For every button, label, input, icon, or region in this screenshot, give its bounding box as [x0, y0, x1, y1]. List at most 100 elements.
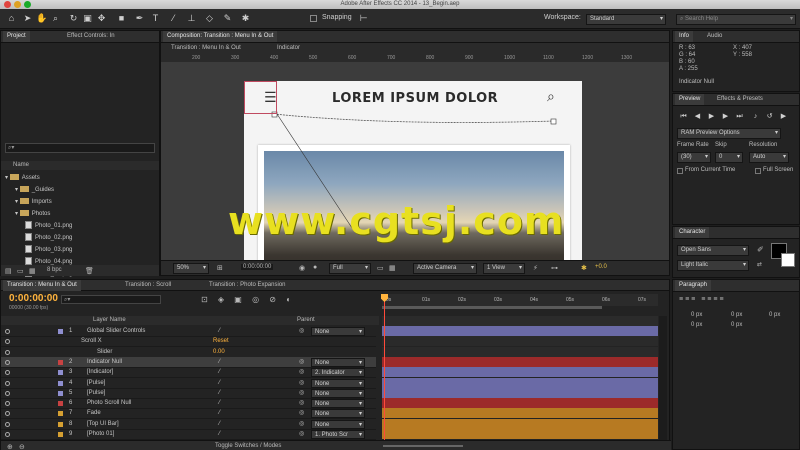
space-after[interactable]: 0 px — [731, 322, 742, 328]
project-item[interactable]: ▾ Assets — [1, 172, 156, 184]
home-icon[interactable]: ⌂ — [6, 13, 17, 24]
next-frame-icon[interactable]: ▶ — [721, 112, 730, 121]
roto-brush-tool-icon[interactable]: ✎ — [222, 13, 233, 24]
clone-stamp-tool-icon[interactable]: ⊥ — [186, 13, 197, 24]
layer-duration-bar[interactable] — [382, 398, 658, 409]
tab-scroll[interactable]: Transition : Scroll — [121, 280, 175, 291]
eraser-tool-icon[interactable]: ◇ — [204, 13, 215, 24]
project-item[interactable]: Photo_01.png — [1, 220, 156, 232]
indent-left[interactable]: 0 px — [691, 312, 702, 318]
previous-frame-icon[interactable]: ◀ — [693, 112, 702, 121]
snapshot-icon[interactable]: ◉ — [299, 264, 305, 272]
skip-select[interactable]: 0 — [715, 152, 743, 163]
project-item[interactable]: ▾ Imports — [1, 196, 156, 208]
resolution-select[interactable]: Auto — [749, 152, 789, 163]
puppet-tool-icon[interactable]: ✱ — [240, 13, 251, 24]
brush-tool-icon[interactable]: ⁄ — [168, 13, 179, 24]
breadcrumb-comp[interactable]: Transition : Menu In & Out — [167, 43, 245, 54]
tab-preview[interactable]: Preview — [675, 94, 705, 105]
interpret-footage-icon[interactable]: ▤ — [5, 267, 12, 275]
tab-menu-in-out[interactable]: Transition : Menu In & Out — [3, 280, 81, 291]
comp-timecode[interactable]: 0:00:00:00 — [241, 264, 274, 270]
timeline-timecode[interactable]: 0:00:00:00 — [9, 293, 58, 304]
snapping-checkbox[interactable] — [310, 15, 317, 22]
alignment-buttons[interactable]: ≡≡≡ ≡≡≡≡ — [679, 296, 726, 303]
tab-paragraph[interactable]: Paragraph — [675, 280, 712, 291]
tab-audio[interactable]: Audio — [703, 31, 726, 42]
new-composition-icon[interactable]: ▦ — [29, 267, 36, 275]
reset-exposure-icon[interactable]: ✱ — [581, 264, 587, 272]
current-time-indicator[interactable] — [384, 294, 385, 444]
project-item[interactable]: Photo_02.png — [1, 232, 156, 244]
expand-icon[interactable]: ⊕ — [7, 443, 13, 450]
bit-depth-button[interactable]: 8 bpc — [47, 267, 62, 273]
tab-character[interactable]: Character — [675, 227, 710, 238]
stroke-color-swatch[interactable] — [781, 253, 795, 267]
pan-behind-tool-icon[interactable]: ✥ — [96, 13, 107, 24]
selection-tool-icon[interactable]: ➤ — [22, 13, 33, 24]
workspace-select[interactable]: Standard — [586, 14, 666, 25]
zoom-slider[interactable] — [383, 445, 463, 447]
full-screen-checkbox[interactable] — [755, 168, 761, 174]
tab-composition[interactable]: Composition: Transition : Menu In & Out — [163, 31, 278, 42]
layer-duration-bar[interactable] — [382, 418, 658, 429]
modes-icon[interactable]: ⊖ — [19, 443, 25, 450]
audio-icon[interactable]: ♪ — [751, 112, 760, 121]
view-layout-select[interactable]: 1 View — [483, 263, 525, 274]
snap-option-icon[interactable]: ⊢ — [358, 13, 369, 24]
indent-first[interactable]: 0 px — [731, 312, 742, 318]
trash-icon[interactable]: 🗑 — [85, 267, 94, 275]
resolution-select[interactable]: Full — [329, 263, 371, 274]
time-ruler[interactable]: 0s 01s 02s 03s 04s 05s 06s 07s — [382, 294, 658, 306]
space-before[interactable]: 0 px — [691, 322, 702, 328]
toggle-switches-modes[interactable]: Toggle Switches / Modes — [215, 443, 281, 449]
grid-icon[interactable]: ⊞ — [217, 264, 223, 272]
pen-tool-icon[interactable]: ✒ — [134, 13, 145, 24]
type-tool-icon[interactable]: T — [150, 13, 161, 24]
project-item[interactable]: ▾ _Guides — [1, 184, 156, 196]
rotate-tool-icon[interactable]: ↻ — [68, 13, 79, 24]
tab-project[interactable]: Project — [3, 31, 30, 42]
fast-preview-icon[interactable]: ⚡ — [533, 264, 538, 272]
region-of-interest-icon[interactable]: ▭ — [377, 264, 384, 272]
layer-duration-bar[interactable] — [382, 346, 658, 357]
last-frame-icon[interactable]: ⏭ — [735, 112, 744, 121]
layer-duration-bar[interactable] — [382, 429, 658, 439]
layer-duration-bar[interactable] — [382, 387, 658, 398]
work-area-bar[interactable] — [382, 306, 602, 309]
frame-rate-select[interactable]: (30) — [677, 152, 711, 163]
transparency-grid-icon[interactable]: ▦ — [389, 264, 396, 272]
zoom-window-button[interactable] — [24, 1, 31, 8]
from-current-time-checkbox[interactable] — [677, 168, 683, 174]
ram-preview-icon[interactable]: ▶ — [779, 112, 788, 121]
tab-info[interactable]: Info — [675, 31, 694, 42]
breadcrumb-indicator[interactable]: Indicator — [273, 43, 304, 54]
layer-duration-bar[interactable] — [382, 367, 658, 378]
zoom-tool-icon[interactable]: ⌕ — [50, 13, 61, 24]
tab-effect-controls[interactable]: Effect Controls: In — [63, 31, 119, 42]
layer-duration-bar[interactable] — [382, 336, 658, 347]
first-frame-icon[interactable]: ⏮ — [679, 112, 688, 121]
layer-duration-bar[interactable] — [382, 356, 658, 367]
eyedropper-icon[interactable]: ✐ — [757, 245, 764, 254]
rectangle-tool-icon[interactable]: ■ — [116, 13, 127, 24]
font-style-select[interactable]: Light Italic — [677, 260, 749, 271]
close-window-button[interactable] — [4, 1, 11, 8]
swap-colors-icon[interactable]: ⇄ — [757, 261, 762, 268]
zoom-select[interactable]: 50% — [173, 263, 209, 274]
layer-duration-bar[interactable] — [382, 377, 658, 388]
timeline-switch-icons[interactable]: ⊡ ◈ ▣ ◎ ⊘ ◐ — [201, 295, 295, 304]
minimize-window-button[interactable] — [14, 1, 21, 8]
camera-select[interactable]: Active Camera — [413, 263, 477, 274]
camera-tool-icon[interactable]: ▣ — [82, 13, 93, 24]
project-item[interactable]: Photo_03.png — [1, 244, 156, 256]
layer-duration-bar[interactable] — [382, 326, 658, 336]
timeline-vertical-scrollbar[interactable] — [659, 316, 667, 440]
tab-effects-presets[interactable]: Effects & Presets — [713, 94, 767, 105]
new-folder-icon[interactable]: ▭ — [17, 267, 24, 275]
flowchart-icon[interactable]: ⊶ — [551, 264, 558, 272]
loop-icon[interactable]: ↺ — [765, 112, 774, 121]
project-search-input[interactable]: ⌕▾ — [5, 143, 155, 153]
play-icon[interactable]: ▶ — [707, 112, 716, 121]
exposure-value[interactable]: +0.0 — [595, 264, 607, 270]
